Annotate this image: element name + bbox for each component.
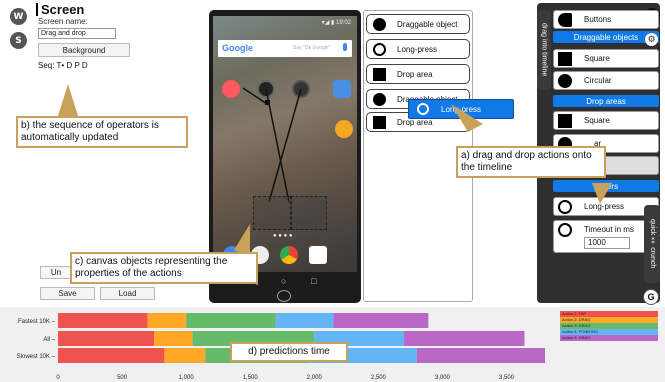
bar-segment <box>416 348 545 363</box>
bar-segment <box>164 348 206 363</box>
bar-segment <box>147 313 187 328</box>
x-tick-label: 2,500 <box>371 375 387 381</box>
bar-segment <box>58 313 148 328</box>
x-tick-label: 0 <box>56 375 60 381</box>
category-label: Fastest 10K – <box>18 319 56 325</box>
chart-legend: Action 1: TAP Action 2: DRAG Action 3: DRA… <box>560 311 658 343</box>
callout-c: c) canvas objects representing the prope… <box>70 252 258 284</box>
bar-segment <box>333 313 429 328</box>
bar-segment <box>275 313 334 328</box>
callout-a: a) drag and drop actions onto the timeli… <box>456 146 606 178</box>
bar-segment <box>186 313 276 328</box>
category-label: All – <box>43 337 55 343</box>
x-tick-label: 3,500 <box>499 375 515 381</box>
bar-segment <box>154 331 193 346</box>
bar-segment <box>58 331 155 346</box>
x-tick-label: 3,000 <box>435 375 451 381</box>
legend-entry: Action 5: DRAG <box>560 335 658 341</box>
bar-segment <box>404 331 525 346</box>
x-tick-label: 500 <box>117 375 128 381</box>
x-tick-label: 1,000 <box>179 375 195 381</box>
x-tick-label: 2,000 <box>307 375 323 381</box>
callout-b: b) the sequence of operators is automati… <box>16 116 188 148</box>
callout-d: d) predictions time <box>230 342 348 362</box>
bar-segment <box>58 348 165 363</box>
category-label: Slowest 10K – <box>17 354 56 360</box>
x-tick-label: 1,500 <box>243 375 259 381</box>
